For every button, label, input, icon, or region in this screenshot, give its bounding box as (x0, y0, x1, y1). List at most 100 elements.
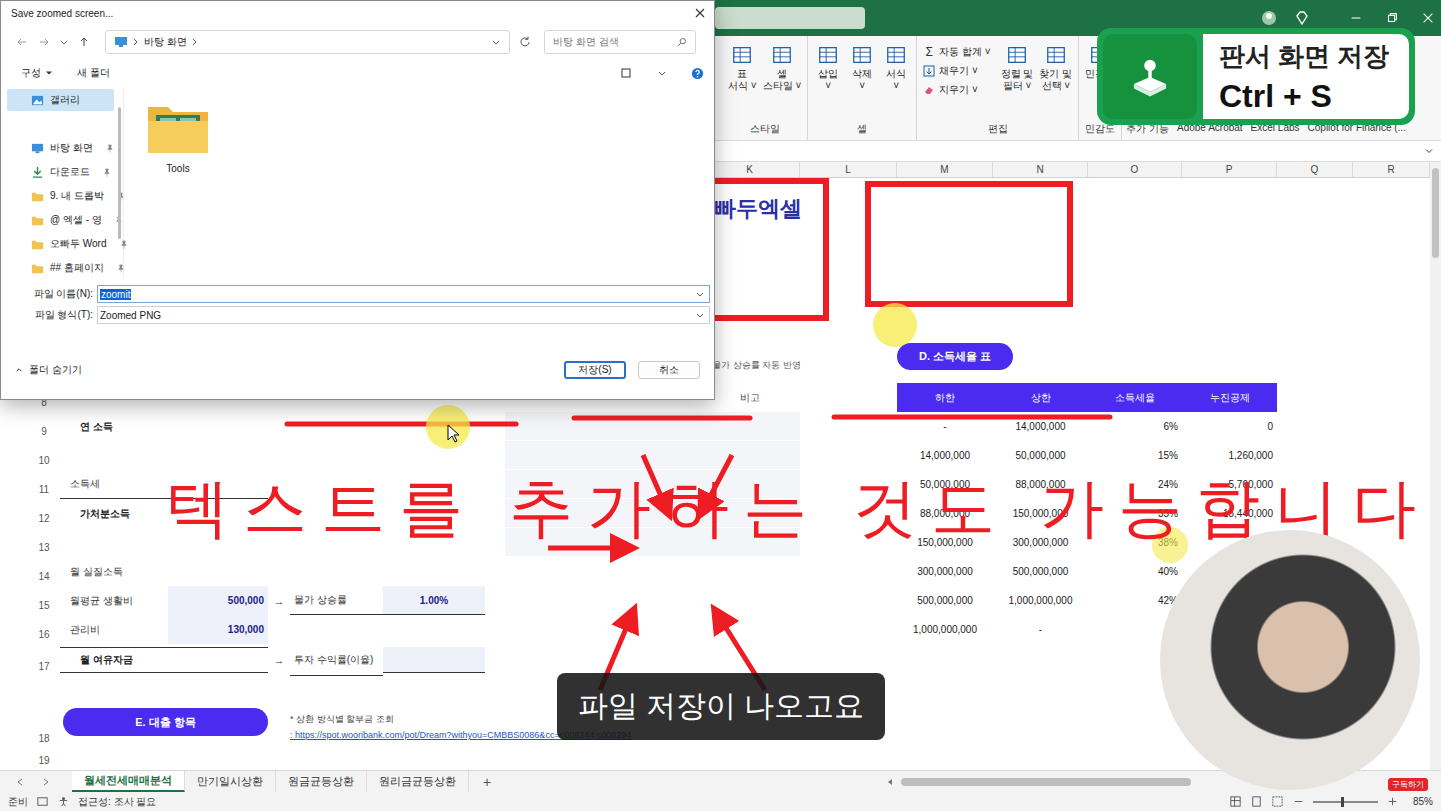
cell[interactable]: 300,000,000 (897, 557, 993, 586)
cell[interactable] (505, 412, 800, 441)
subscribe-badge[interactable]: 구독하기 (1388, 778, 1428, 791)
cell[interactable]: 14,000,000 (897, 441, 993, 470)
ribbon-button[interactable]: 삭제˅ (848, 44, 876, 92)
page-layout-icon[interactable] (1250, 795, 1263, 808)
cell[interactable]: - (897, 412, 993, 441)
accessibility-status[interactable]: 접근성: 조사 필요 (78, 795, 156, 809)
cell[interactable]: 월 여유자금 (60, 647, 268, 673)
scroll-left-icon[interactable] (885, 777, 895, 787)
expand-chevron-icon[interactable] (1423, 145, 1435, 157)
dialog-button[interactable]: 저장(S) (564, 361, 626, 379)
normal-view-icon[interactable] (1229, 795, 1242, 808)
navigation-item[interactable]: 오빠두 Word (7, 233, 114, 255)
pin-icon[interactable] (102, 168, 111, 177)
cell[interactable]: 150,000,000 (993, 499, 1088, 528)
column-header[interactable]: K (700, 162, 800, 177)
cell[interactable]: 88,000,000 (897, 499, 993, 528)
cell[interactable]: 35% (1088, 499, 1182, 528)
cell[interactable]: E. 대출 항목 (60, 676, 268, 748)
previous-sheet-icon[interactable] (14, 776, 26, 788)
navigation-item[interactable]: ## 홈페이지 (7, 257, 114, 279)
cell[interactable]: 1,000,000,000 (897, 615, 993, 644)
new-folder-button[interactable]: 새 폴더 (77, 66, 110, 80)
cell[interactable]: 상한 (993, 383, 1088, 412)
zoom-level[interactable]: 85% (1413, 796, 1433, 807)
cell[interactable]: 40% (1088, 557, 1182, 586)
cell[interactable]: 300,000,000 (993, 528, 1088, 557)
column-header[interactable]: O (1088, 162, 1182, 177)
cell[interactable] (383, 647, 485, 673)
row-number[interactable]: 16 (28, 615, 60, 644)
row-number[interactable]: 15 (28, 586, 60, 615)
cell[interactable] (505, 441, 800, 470)
ribbon-button[interactable]: 삽입˅ (814, 44, 842, 92)
zoom-in-icon[interactable] (1386, 795, 1399, 808)
premium-diamond-icon[interactable] (1294, 10, 1310, 26)
ribbon-small-button[interactable]: Σ자동 합계 ˅ (923, 44, 990, 59)
row-number[interactable]: 9 (28, 412, 60, 441)
ribbon-button[interactable]: 셀스타일 ˅ (763, 44, 802, 92)
sheet-tab[interactable]: 월세전세매매분석 (72, 771, 185, 792)
dialog-button[interactable]: 취소 (638, 361, 700, 379)
cell[interactable]: 누진공제 (1182, 383, 1277, 412)
cell[interactable]: 150,000,000 (897, 528, 993, 557)
navigation-item[interactable]: 9. 내 드롭박 (7, 185, 114, 207)
cell[interactable]: - (993, 615, 1088, 644)
address-dropdown-icon[interactable] (491, 37, 501, 47)
page-break-icon[interactable] (1271, 795, 1284, 808)
search-field[interactable]: 바탕 화면 검색 (544, 30, 696, 54)
filetype-dropdown[interactable]: Zoomed PNG (97, 306, 710, 324)
cell[interactable]: 24% (1088, 470, 1182, 499)
cell[interactable]: 50,000,000 (993, 441, 1088, 470)
cell[interactable] (505, 528, 800, 557)
sheet-tab[interactable]: 원금균등상환 (276, 771, 367, 792)
recent-locations-icon[interactable] (59, 37, 69, 47)
view-options-icon[interactable] (619, 66, 633, 80)
navigation-item[interactable]: 바탕 화면 (7, 137, 114, 159)
navigation-item[interactable]: 다운로드 (7, 161, 114, 183)
ribbon-button[interactable]: 표서식 ˅ (728, 44, 757, 92)
zoom-out-icon[interactable] (1292, 795, 1305, 808)
cell[interactable]: 가처분소득 (60, 499, 268, 528)
help-icon[interactable] (691, 67, 704, 80)
cell[interactable]: 15,440,000 (1182, 499, 1277, 528)
cell[interactable] (505, 470, 800, 499)
row-number[interactable]: 14 (28, 557, 60, 586)
cell[interactable]: 소득세 (60, 470, 268, 499)
ribbon-button[interactable]: 서식˅ (882, 44, 910, 92)
cell[interactable]: 연 소득 (60, 412, 268, 441)
next-sheet-icon[interactable] (40, 776, 52, 788)
cell[interactable]: 14,000,000 (993, 412, 1088, 441)
refresh-icon[interactable] (518, 35, 532, 49)
dropdown-chevron-icon[interactable] (695, 289, 705, 299)
cell[interactable] (505, 499, 800, 528)
cell[interactable]: → (268, 644, 290, 676)
cell[interactable]: 500,000 (168, 586, 268, 615)
accessibility-icon[interactable] (57, 795, 70, 808)
cell[interactable]: 소득세율 (1088, 383, 1182, 412)
cell[interactable]: 50,000,000 (897, 470, 993, 499)
cell[interactable]: 15% (1088, 441, 1182, 470)
ribbon-button[interactable]: 찾기 및선택 ˅ (1039, 44, 1072, 92)
cell[interactable]: 130,000 (168, 615, 268, 644)
back-icon[interactable] (15, 35, 29, 49)
pane-scrollbar[interactable] (118, 107, 121, 239)
row-number[interactable]: 12 (28, 499, 60, 528)
row-number[interactable]: 18 (28, 676, 60, 748)
cell[interactable]: 투자 수익률(이율) (290, 644, 383, 676)
navigation-item[interactable]: @ 엑셀 - 영 (7, 209, 114, 231)
pin-icon[interactable] (105, 144, 114, 153)
folder-item[interactable]: Tools (146, 101, 210, 174)
row-number[interactable]: 17 (28, 644, 60, 676)
up-folder-icon[interactable] (77, 35, 91, 49)
row-number[interactable]: 10 (28, 441, 60, 470)
horizontal-scrollbar[interactable] (885, 777, 1430, 787)
cell[interactable]: 500,000,000 (993, 557, 1088, 586)
pin-icon[interactable] (119, 240, 128, 249)
cell[interactable]: 월평균 생활비 (60, 586, 168, 615)
zoom-slider[interactable] (1313, 801, 1378, 803)
cell[interactable]: 5,760,000 (1182, 470, 1277, 499)
ribbon-small-button[interactable]: 지우기 ˅ (923, 82, 990, 97)
search-box[interactable] (715, 7, 865, 29)
address-bar[interactable]: 바탕 화면 (105, 30, 510, 54)
